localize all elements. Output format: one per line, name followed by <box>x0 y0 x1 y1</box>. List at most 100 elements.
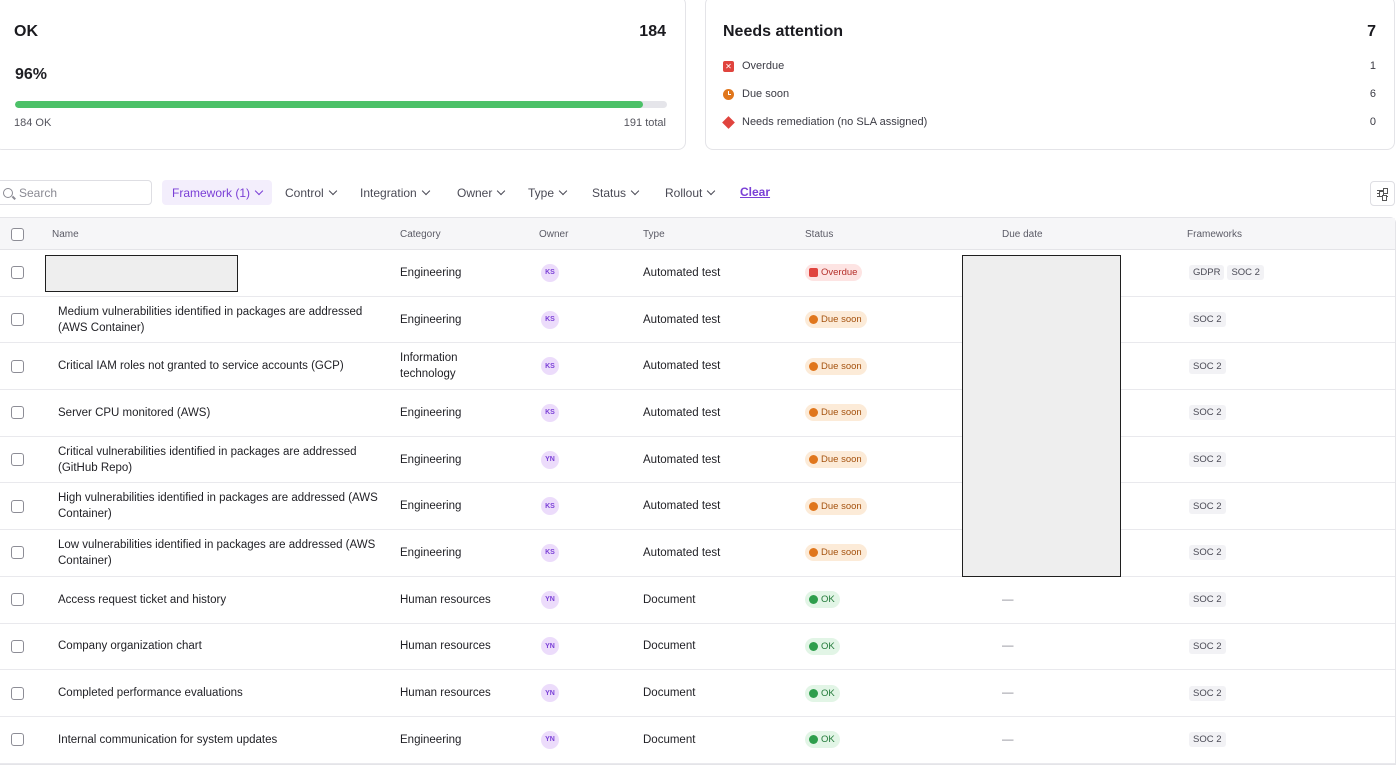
table-row[interactable]: Medium vulnerabilities identified in pac… <box>0 297 1395 344</box>
row-checkbox[interactable] <box>11 359 24 373</box>
row-frameworks: SOC 2 <box>1189 390 1229 436</box>
header-due-date[interactable]: Due date <box>1002 218 1043 250</box>
select-all-checkbox[interactable] <box>11 227 24 241</box>
table-row[interactable]: Server CPU monitored (AWS) Engineering KS A… <box>0 390 1395 437</box>
attention-remediation-row[interactable]: Needs remediation (no SLA assigned) 0 <box>722 114 1376 130</box>
search-input[interactable] <box>19 185 139 200</box>
attention-item-label: Needs remediation (no SLA assigned) <box>742 116 928 128</box>
row-checkbox[interactable] <box>11 406 24 420</box>
chevron-down-icon <box>630 186 640 195</box>
header-status[interactable]: Status <box>805 218 833 250</box>
filter-type-label: Type <box>528 185 555 200</box>
attention-item-label: Due soon <box>742 88 790 100</box>
row-type: Automated test <box>643 313 721 326</box>
header-name[interactable]: Name <box>52 218 79 250</box>
chevron-down-icon <box>497 186 506 195</box>
table-row[interactable]: High vulnerabilities identified in packa… <box>0 483 1395 531</box>
owner-avatar[interactable]: KS <box>541 403 559 422</box>
due-soon-icon <box>809 548 818 558</box>
search-box[interactable] <box>0 180 152 205</box>
row-type: Document <box>643 687 696 700</box>
table-row[interactable]: Access request ticket and history Human r… <box>0 577 1395 624</box>
framework-tag: SOC 2 <box>1189 638 1226 654</box>
due-soon-icon <box>809 501 818 511</box>
header-type[interactable]: Type <box>643 218 665 250</box>
clear-filters-link[interactable]: Clear <box>740 180 770 205</box>
row-name[interactable]: Company organization chart <box>58 624 383 670</box>
owner-avatar[interactable]: YN <box>541 450 559 469</box>
row-frameworks: SOC 2 <box>1189 670 1229 716</box>
owner-avatar[interactable]: YN <box>541 730 559 749</box>
row-checkbox[interactable] <box>11 499 24 513</box>
row-checkbox[interactable] <box>11 266 24 280</box>
row-checkbox[interactable] <box>11 733 24 747</box>
header-frameworks[interactable]: Frameworks <box>1187 218 1242 250</box>
row-checkbox[interactable] <box>11 453 24 467</box>
check-icon <box>809 595 818 605</box>
status-label: Due soon <box>821 547 862 559</box>
row-name[interactable]: Critical vulnerabilities identified in p… <box>58 437 383 483</box>
framework-tag: SOC 2 <box>1227 265 1264 281</box>
attention-due-soon-row[interactable]: Due soon 6 <box>723 86 1376 102</box>
chevron-down-icon <box>254 186 264 195</box>
filter-framework[interactable]: Framework (1) <box>162 180 273 205</box>
row-name[interactable]: Low vulnerabilities identified in packag… <box>58 530 383 576</box>
owner-avatar[interactable]: KS <box>541 543 559 562</box>
header-category[interactable]: Category <box>400 218 441 250</box>
table-row[interactable]: Completed performance evaluations Human r… <box>0 670 1395 717</box>
owner-avatar[interactable]: KS <box>541 310 559 329</box>
row-name[interactable]: Completed performance evaluations <box>58 670 383 716</box>
owner-avatar[interactable]: YN <box>541 590 559 609</box>
row-type: Automated test <box>643 546 721 559</box>
row-name[interactable]: High vulnerabilities identified in packa… <box>58 483 383 529</box>
row-checkbox[interactable] <box>11 639 24 653</box>
row-frameworks: SOC 2 <box>1189 530 1229 576</box>
row-checkbox[interactable] <box>11 546 24 560</box>
row-due-date: — <box>1002 640 1014 653</box>
filter-owner[interactable]: Owner <box>457 180 506 205</box>
row-checkbox[interactable] <box>11 593 24 607</box>
owner-avatar[interactable]: YN <box>541 637 559 656</box>
header-owner[interactable]: Owner <box>539 218 568 250</box>
row-name[interactable]: Internal communication for system update… <box>58 717 383 763</box>
filter-control[interactable]: Control <box>285 180 337 205</box>
owner-avatar[interactable]: YN <box>541 684 559 703</box>
ok-count-label: 184 OK <box>14 117 52 129</box>
framework-tag: SOC 2 <box>1189 498 1226 514</box>
ok-summary-card: OK 184 96% 184 OK 191 total <box>0 0 686 150</box>
row-frameworks: SOC 2 <box>1189 343 1229 389</box>
table-row[interactable]: Company organization chart Human resource… <box>0 624 1395 671</box>
filter-status[interactable]: Status <box>592 180 640 205</box>
owner-avatar[interactable]: KS <box>541 263 559 282</box>
filter-type[interactable]: Type <box>528 180 568 205</box>
filter-integration[interactable]: Integration <box>360 180 430 205</box>
total-count-label: 191 total <box>623 117 666 129</box>
table-row[interactable]: Critical IAM roles not granted to servic… <box>0 343 1395 391</box>
row-type: Document <box>643 733 696 746</box>
row-name[interactable]: Server CPU monitored (AWS) <box>58 390 383 436</box>
row-name[interactable]: Critical IAM roles not granted to servic… <box>58 343 383 389</box>
row-category: Engineering <box>400 266 462 279</box>
row-checkbox[interactable] <box>11 686 24 700</box>
attention-overdue-row[interactable]: ✕ Overdue 1 <box>723 58 1376 74</box>
row-due-date: — <box>1002 687 1014 700</box>
due-soon-icon <box>809 315 818 325</box>
table-row[interactable]: Critical vulnerabilities identified in p… <box>0 437 1395 484</box>
row-due-date: — <box>1002 593 1014 606</box>
row-checkbox[interactable] <box>11 313 24 327</box>
table-row[interactable]: Internal communication for system update… <box>0 717 1395 764</box>
owner-avatar[interactable]: KS <box>541 497 559 516</box>
owner-avatar[interactable]: KS <box>541 357 559 376</box>
column-settings-button[interactable] <box>1370 181 1395 206</box>
filter-rollout[interactable]: Rollout <box>665 180 716 205</box>
status-badge: Due soon <box>805 497 867 515</box>
row-frameworks: SOC 2 <box>1189 297 1229 343</box>
status-badge: Due soon <box>805 451 867 469</box>
status-badge: OK <box>805 637 840 655</box>
table-row[interactable]: Low vulnerabilities identified in packag… <box>0 530 1395 577</box>
overdue-icon <box>809 268 818 278</box>
framework-tag: SOC 2 <box>1189 452 1226 468</box>
row-name[interactable]: Medium vulnerabilities identified in pac… <box>58 297 383 343</box>
status-badge: Due soon <box>805 404 867 422</box>
row-name[interactable]: Access request ticket and history <box>58 577 383 623</box>
